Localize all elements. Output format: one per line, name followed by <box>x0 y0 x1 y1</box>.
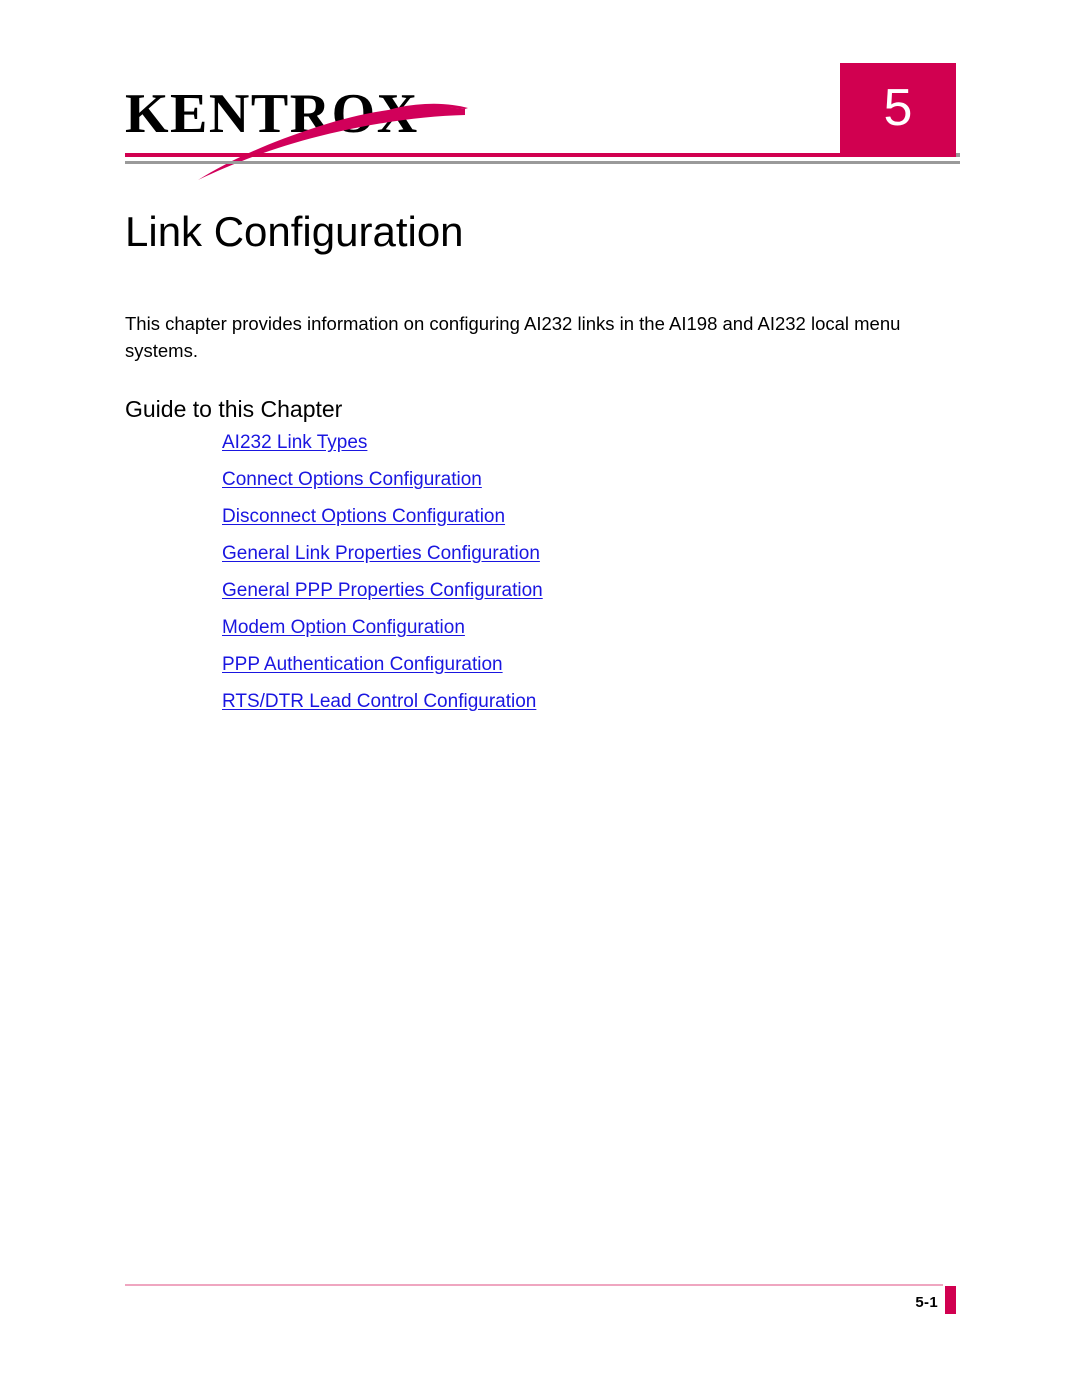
list-item: Connect Options Configuration <box>222 467 922 504</box>
toc-link-ai232-link-types[interactable]: AI232 Link Types <box>222 432 367 453</box>
toc-link-disconnect-options-configuration[interactable]: Disconnect Options Configuration <box>222 506 505 527</box>
kentrox-wordmark: KENTROX <box>125 83 419 145</box>
page-header: KENTROX 5 <box>0 0 1080 185</box>
chapter-guide-list: AI232 Link Types Connect Options Configu… <box>222 430 922 726</box>
toc-link-general-link-properties-configuration[interactable]: General Link Properties Configuration <box>222 543 540 564</box>
section-heading-guide: Guide to this Chapter <box>125 396 343 422</box>
footer-accent-tab <box>945 1286 956 1314</box>
toc-link-connect-options-configuration[interactable]: Connect Options Configuration <box>222 469 482 490</box>
list-item: Disconnect Options Configuration <box>222 504 922 541</box>
list-item: Modem Option Configuration <box>222 615 922 652</box>
list-item: General PPP Properties Configuration <box>222 578 922 615</box>
footer-rule <box>125 1284 943 1286</box>
list-item: AI232 Link Types <box>222 430 922 467</box>
page-title: Link Configuration <box>125 208 464 255</box>
header-rule-shadow <box>125 161 960 164</box>
list-item: PPP Authentication Configuration <box>222 652 922 689</box>
toc-link-rts-dtr-lead-control-configuration[interactable]: RTS/DTR Lead Control Configuration <box>222 691 536 712</box>
chapter-number: 5 <box>883 79 913 137</box>
page-content: Link Configuration This chapter provides… <box>125 206 965 712</box>
list-item: General Link Properties Configuration <box>222 541 922 578</box>
page-number: 5-1 <box>915 1294 938 1311</box>
toc-link-ppp-authentication-configuration[interactable]: PPP Authentication Configuration <box>222 654 503 675</box>
chapter-number-box: 5 <box>840 63 956 153</box>
toc-link-general-ppp-properties-configuration[interactable]: General PPP Properties Configuration <box>222 580 543 601</box>
intro-paragraph: This chapter provides information on con… <box>125 313 901 361</box>
document-page: KENTROX 5 Link Configuration This chapte… <box>0 0 1080 1397</box>
toc-link-modem-option-configuration[interactable]: Modem Option Configuration <box>222 617 465 638</box>
list-item: RTS/DTR Lead Control Configuration <box>222 689 922 726</box>
header-rule-accent <box>125 153 956 157</box>
page-footer: 5-1 <box>0 1278 1080 1328</box>
